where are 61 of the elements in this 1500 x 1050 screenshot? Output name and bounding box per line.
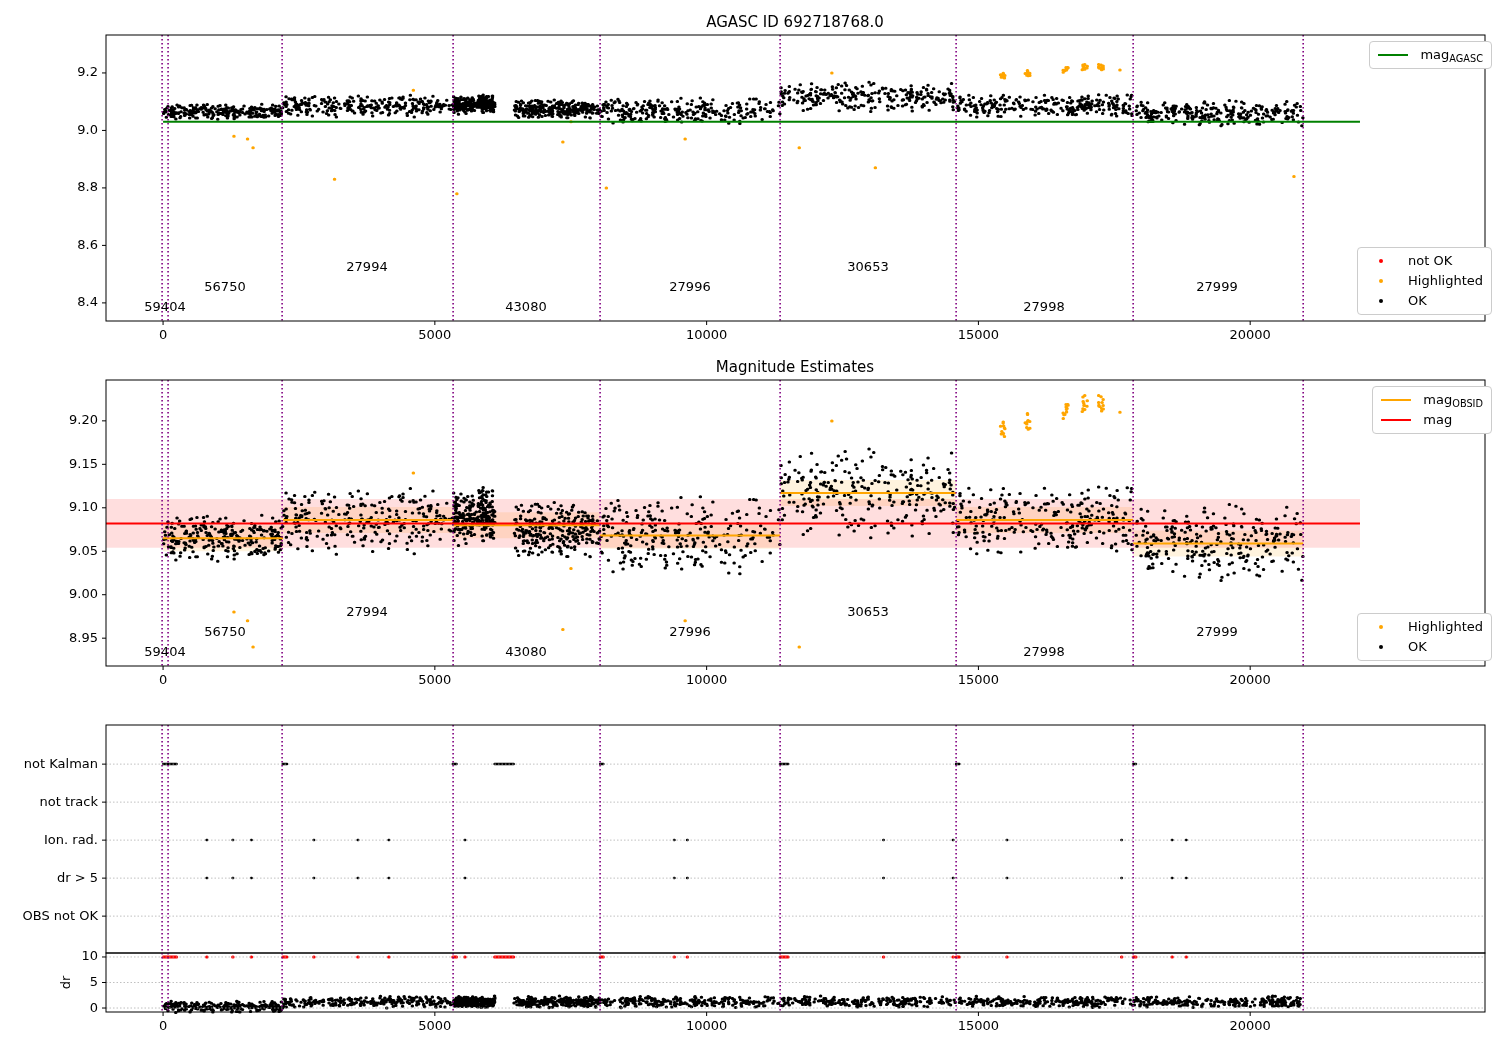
- axis-tick-label: 5000: [418, 327, 452, 342]
- axis-label: dr: [58, 975, 73, 990]
- obsid-label: 56750: [204, 623, 246, 639]
- axis-tick-label: 0: [158, 327, 168, 342]
- axis-tick-label: not track: [39, 793, 98, 809]
- axis-tick-label: 20000: [1229, 1018, 1271, 1033]
- axis-tick-label: 10: [81, 948, 98, 964]
- axis-tick-label: 5000: [418, 1018, 452, 1033]
- legend-label: OK: [1408, 292, 1427, 311]
- axis-tick-label: OBS not OK: [22, 907, 98, 923]
- axis-tick-label: 15000: [957, 672, 1000, 687]
- obsid-label: 27998: [1023, 298, 1065, 314]
- obsid-label: 43080: [505, 298, 547, 314]
- legend-label: not OK: [1408, 252, 1453, 271]
- legend-label: mag$_{OBSID}$: [1423, 391, 1483, 410]
- axis-tick-label: 9.00: [69, 586, 98, 602]
- obsid-label: 56750: [204, 278, 246, 294]
- obsid-label: 27999: [1196, 623, 1238, 639]
- legend-label: OK: [1408, 638, 1427, 657]
- obsid-label: 27994: [346, 258, 388, 274]
- obsid-label: 30653: [847, 603, 889, 619]
- axis-tick-label: 10000: [685, 1018, 728, 1033]
- obsid-label: 27999: [1196, 278, 1238, 294]
- axis-tick-label: 10000: [685, 672, 728, 687]
- obsid-label: 27994: [346, 603, 388, 619]
- legend-label: Highlighted: [1408, 618, 1483, 637]
- obsid-label: 43080: [505, 643, 547, 659]
- obsid-label: 27996: [669, 623, 711, 639]
- axis-tick-label: 0: [158, 672, 168, 687]
- axis-tick-label: 15000: [957, 1018, 1000, 1033]
- axis-tick-label: 8.8: [77, 179, 98, 195]
- axis-tick-label: Ion. rad.: [44, 831, 98, 847]
- obsid-label: 59404: [144, 643, 186, 659]
- axis-tick-label: 20000: [1229, 327, 1271, 342]
- chart-title: Magnitude Estimates: [715, 358, 875, 376]
- axis-tick-label: 5000: [418, 672, 452, 687]
- chart-title: AGASC ID 692718768.0: [706, 13, 884, 31]
- axis-tick-label: 20000: [1229, 672, 1271, 687]
- legend-label: mag$_{AGASC}$: [1420, 46, 1483, 65]
- axis-tick-label: 8.6: [77, 236, 98, 252]
- legend-label: Highlighted: [1408, 272, 1483, 291]
- axis-tick-label: 8.4: [77, 294, 98, 310]
- obsid-label: 59404: [144, 298, 186, 314]
- axis-tick-label: 9.15: [69, 455, 98, 471]
- legend-label: mag: [1423, 411, 1453, 430]
- axis-tick-label: dr > 5: [56, 869, 98, 885]
- axis-tick-label: 8.95: [69, 629, 98, 645]
- axis-tick-label: not Kalman: [23, 755, 98, 771]
- axis-tick-label: 0: [158, 1018, 168, 1033]
- obsid-label: 27998: [1023, 643, 1065, 659]
- axis-tick-label: 9.20: [69, 412, 98, 428]
- axis-tick-label: 9.2: [77, 64, 98, 80]
- axis-tick-label: 9.10: [69, 499, 98, 515]
- axis-tick-label: 9.05: [69, 542, 98, 558]
- axis-tick-label: 10000: [685, 327, 728, 342]
- axis-tick-label: 15000: [957, 327, 1000, 342]
- axis-tick-label: 5: [89, 974, 98, 989]
- obsid-label: 27996: [669, 278, 711, 294]
- obsid-label: 30653: [847, 258, 889, 274]
- axis-tick-label: 0: [89, 999, 98, 1015]
- axis-tick-label: 9.0: [77, 121, 98, 137]
